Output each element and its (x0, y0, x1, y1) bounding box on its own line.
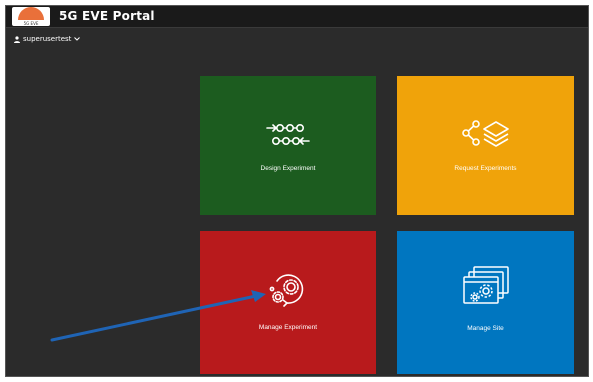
design-experiment-label: Design Experiment (260, 165, 316, 172)
logo-text: 5G EVE (23, 21, 39, 26)
request-experiments-label: Request Experiments (454, 165, 517, 172)
portal-window: 5G EVE 5G EVE Portal superusertest Desig… (5, 5, 589, 377)
logo-sun-icon (18, 7, 44, 20)
chevron-down-icon (74, 37, 81, 41)
gears-cycle-icon (200, 271, 376, 307)
windows-gear-icon (397, 265, 574, 307)
manage-experiment-tile[interactable]: Manage Experiment (200, 231, 376, 374)
manage-site-tile[interactable]: Manage Site (397, 231, 574, 374)
brand-logo[interactable]: 5G EVE (12, 7, 50, 26)
user-menu[interactable]: superusertest (14, 35, 81, 43)
share-layers-icon (397, 118, 574, 148)
manage-site-label: Manage Site (467, 325, 504, 332)
request-experiments-tile[interactable]: Request Experiments (397, 76, 574, 215)
top-navbar: 5G EVE 5G EVE Portal (6, 6, 588, 28)
workflow-icon (200, 123, 376, 147)
portal-title: 5G EVE Portal (59, 9, 155, 23)
username-label: superusertest (23, 35, 72, 43)
design-experiment-tile[interactable]: Design Experiment (200, 76, 376, 215)
manage-experiment-label: Manage Experiment (258, 324, 318, 331)
user-icon (14, 35, 20, 43)
